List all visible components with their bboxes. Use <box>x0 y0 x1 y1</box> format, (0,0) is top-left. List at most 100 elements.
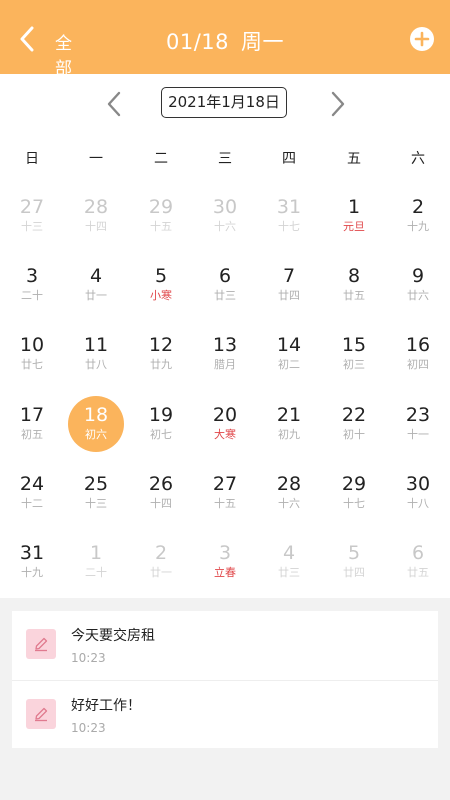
note-item[interactable]: 好好工作！ 10:23 <box>12 680 438 749</box>
day-number: 7 <box>282 265 296 287</box>
note-item[interactable]: 今天要交房租 10:23 <box>12 611 438 679</box>
add-note-button[interactable] <box>410 27 434 51</box>
day-cell[interactable]: 9 廿六 <box>386 259 450 319</box>
lunar-date: 十三 <box>85 497 107 510</box>
day-cell[interactable]: 4 廿三 <box>257 536 321 596</box>
day-number: 19 <box>148 404 174 426</box>
day-number: 24 <box>19 473 45 495</box>
day-cell[interactable]: 22 初十 <box>322 398 386 458</box>
lunar-date: 廿一 <box>150 566 172 579</box>
day-cell[interactable]: 5 廿四 <box>322 536 386 596</box>
day-number: 2 <box>411 196 425 218</box>
lunar-date: 廿五 <box>343 289 365 302</box>
day-cell[interactable]: 26 十四 <box>129 467 193 527</box>
lunar-date: 廿五 <box>407 566 429 579</box>
day-number: 6 <box>411 542 425 564</box>
lunar-date: 十五 <box>214 497 236 510</box>
day-cell[interactable]: 7 廿四 <box>257 259 321 319</box>
day-cell[interactable]: 31 十九 <box>0 536 64 596</box>
day-number: 20 <box>212 404 238 426</box>
day-cell[interactable]: 16 初四 <box>386 328 450 388</box>
current-date-selector[interactable]: 2021年1月18日 <box>161 87 287 118</box>
day-cell[interactable]: 6 廿三 <box>193 259 257 319</box>
day-cell[interactable]: 5 小寒 <box>129 259 193 319</box>
day-cell[interactable]: 10 廿七 <box>0 328 64 388</box>
day-cell[interactable]: 12 廿九 <box>129 328 193 388</box>
notes-list: 今天要交房租 10:23 好好工作！ 10:23 <box>12 611 438 748</box>
weekday-label: 二 <box>154 151 168 167</box>
day-cell[interactable]: 27 十五 <box>193 467 257 527</box>
day-number: 17 <box>19 404 45 426</box>
day-cell[interactable]: 14 初二 <box>257 328 321 388</box>
day-cell[interactable]: 4 廿一 <box>64 259 128 319</box>
day-number: 10 <box>19 334 45 356</box>
day-number: 9 <box>411 265 425 287</box>
day-cell[interactable]: 24 十二 <box>0 467 64 527</box>
note-title: 好好工作！ <box>71 698 141 714</box>
lunar-date: 廿三 <box>214 289 236 302</box>
lunar-date: 二十 <box>85 566 107 579</box>
day-cell[interactable]: 30 十六 <box>193 190 257 250</box>
day-cell[interactable]: 1 元旦 <box>322 190 386 250</box>
title-weekday: 周一 <box>241 30 285 54</box>
lunar-date: 十二 <box>21 497 43 510</box>
day-number: 11 <box>83 334 109 356</box>
day-number: 1 <box>89 542 103 564</box>
lunar-date: 十一 <box>407 428 429 441</box>
prev-month-button[interactable] <box>104 90 124 118</box>
day-number: 5 <box>154 265 168 287</box>
day-cell[interactable]: 8 廿五 <box>322 259 386 319</box>
day-cell[interactable]: 21 初九 <box>257 398 321 458</box>
pencil-icon <box>26 629 56 659</box>
weekday-header: 日一二三四五六 <box>0 148 450 168</box>
lunar-date: 十九 <box>21 566 43 579</box>
day-number: 8 <box>347 265 361 287</box>
lunar-date: 二十 <box>21 289 43 302</box>
day-cell[interactable]: 2 廿一 <box>129 536 193 596</box>
day-cell[interactable]: 17 初五 <box>0 398 64 458</box>
day-cell[interactable]: 11 廿八 <box>64 328 128 388</box>
day-cell[interactable]: 29 十五 <box>129 190 193 250</box>
day-cell[interactable]: 20 大寒 <box>193 398 257 458</box>
day-cell[interactable]: 3 立春 <box>193 536 257 596</box>
weekday-label: 六 <box>411 151 425 167</box>
day-number: 21 <box>276 404 302 426</box>
lunar-date: 廿九 <box>150 358 172 371</box>
day-number: 2 <box>154 542 168 564</box>
day-number: 13 <box>212 334 238 356</box>
day-cell[interactable]: 25 十三 <box>64 467 128 527</box>
day-cell[interactable]: 29 十七 <box>322 467 386 527</box>
day-number: 28 <box>276 473 302 495</box>
day-cell[interactable]: 3 二十 <box>0 259 64 319</box>
day-number: 22 <box>341 404 367 426</box>
day-cell[interactable]: 2 十九 <box>386 190 450 250</box>
lunar-date: 十六 <box>278 497 300 510</box>
lunar-date: 腊月 <box>214 358 236 371</box>
day-cell[interactable]: 1 二十 <box>64 536 128 596</box>
day-cell[interactable]: 27 十三 <box>0 190 64 250</box>
weekday-label: 三 <box>218 151 232 167</box>
note-time: 10:23 <box>71 721 106 735</box>
day-cell-selected[interactable]: 18 初六 <box>64 396 128 458</box>
lunar-date: 初十 <box>343 428 365 441</box>
day-cell[interactable]: 13 腊月 <box>193 328 257 388</box>
day-cell[interactable]: 31 十七 <box>257 190 321 250</box>
day-cell[interactable]: 28 十六 <box>257 467 321 527</box>
lunar-date: 十六 <box>214 220 236 233</box>
lunar-date: 廿六 <box>407 289 429 302</box>
day-cell[interactable]: 30 十八 <box>386 467 450 527</box>
lunar-date: 廿三 <box>278 566 300 579</box>
lunar-date: 初七 <box>150 428 172 441</box>
day-cell[interactable]: 6 廿五 <box>386 536 450 596</box>
day-cell[interactable]: 28 十四 <box>64 190 128 250</box>
next-month-button[interactable] <box>328 90 348 118</box>
weekday-label: 四 <box>282 151 296 167</box>
lunar-date: 十八 <box>407 497 429 510</box>
weekday-label: 一 <box>89 151 103 167</box>
day-cell[interactable]: 15 初三 <box>322 328 386 388</box>
lunar-date: 十五 <box>150 220 172 233</box>
day-cell[interactable]: 23 十一 <box>386 398 450 458</box>
lunar-date: 初四 <box>407 358 429 371</box>
day-cell[interactable]: 19 初七 <box>129 398 193 458</box>
day-number: 30 <box>212 196 238 218</box>
